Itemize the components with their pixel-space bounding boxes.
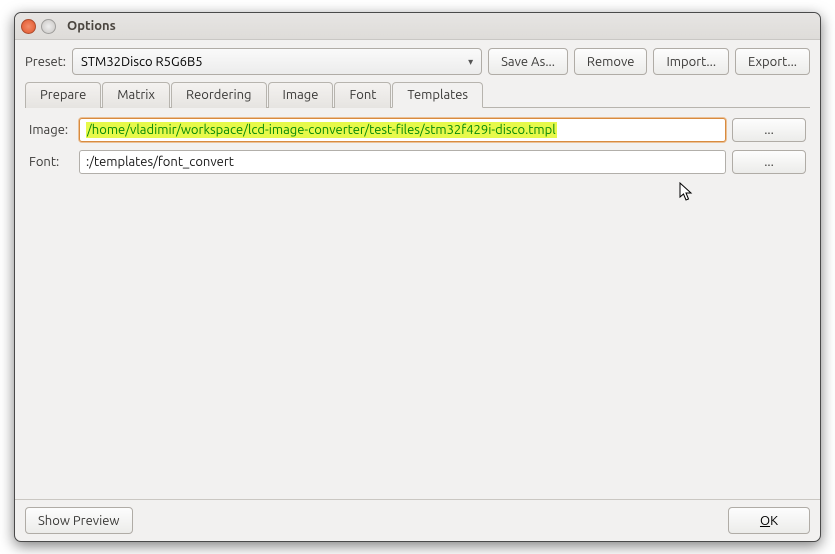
close-icon[interactable]	[21, 19, 36, 34]
options-window: Options Preset: STM32Disco R5G6B5 ▾ Save…	[14, 12, 821, 542]
export-button[interactable]: Export...	[735, 48, 810, 75]
titlebar: Options	[15, 13, 820, 40]
tab-matrix[interactable]: Matrix	[102, 82, 170, 108]
bottom-bar: Show Preview OK	[15, 499, 820, 541]
font-browse-button[interactable]: ...	[732, 150, 806, 174]
font-template-label: Font:	[29, 155, 73, 169]
font-template-input[interactable]: :/templates/font_convert	[79, 150, 726, 174]
content-area: Preset: STM32Disco R5G6B5 ▾ Save As... R…	[15, 40, 820, 499]
font-template-row: Font: :/templates/font_convert ...	[29, 150, 806, 174]
tab-font[interactable]: Font	[334, 82, 391, 108]
tab-image[interactable]: Image	[268, 82, 334, 108]
image-template-value: /home/vladimir/workspace/lcd-image-conve…	[86, 122, 557, 138]
save-as-button[interactable]: Save As...	[488, 48, 568, 75]
ok-button[interactable]: OK	[728, 507, 810, 534]
preset-combo[interactable]: STM32Disco R5G6B5 ▾	[72, 48, 482, 75]
preset-selected: STM32Disco R5G6B5	[81, 55, 203, 69]
image-template-label: Image:	[29, 123, 73, 137]
preset-row: Preset: STM32Disco R5G6B5 ▾ Save As... R…	[25, 48, 810, 75]
tab-prepare[interactable]: Prepare	[25, 82, 101, 108]
minimize-icon[interactable]	[41, 19, 56, 34]
templates-panel: Image: /home/vladimir/workspace/lcd-imag…	[25, 108, 810, 493]
preset-label: Preset:	[25, 55, 66, 69]
image-template-input[interactable]: /home/vladimir/workspace/lcd-image-conve…	[79, 118, 726, 142]
tabbar: Prepare Matrix Reordering Image Font Tem…	[25, 81, 810, 108]
window-title: Options	[67, 19, 116, 33]
image-browse-button[interactable]: ...	[732, 118, 806, 142]
image-template-row: Image: /home/vladimir/workspace/lcd-imag…	[29, 118, 806, 142]
chevron-down-icon: ▾	[468, 56, 473, 68]
import-button[interactable]: Import...	[653, 48, 729, 75]
tab-reordering[interactable]: Reordering	[171, 82, 267, 108]
remove-button[interactable]: Remove	[574, 48, 648, 75]
ok-rest: K	[770, 514, 778, 528]
font-template-value: :/templates/font_convert	[86, 155, 234, 169]
ok-underline: O	[760, 514, 770, 528]
tab-templates[interactable]: Templates	[392, 82, 483, 108]
show-preview-button[interactable]: Show Preview	[25, 507, 133, 534]
